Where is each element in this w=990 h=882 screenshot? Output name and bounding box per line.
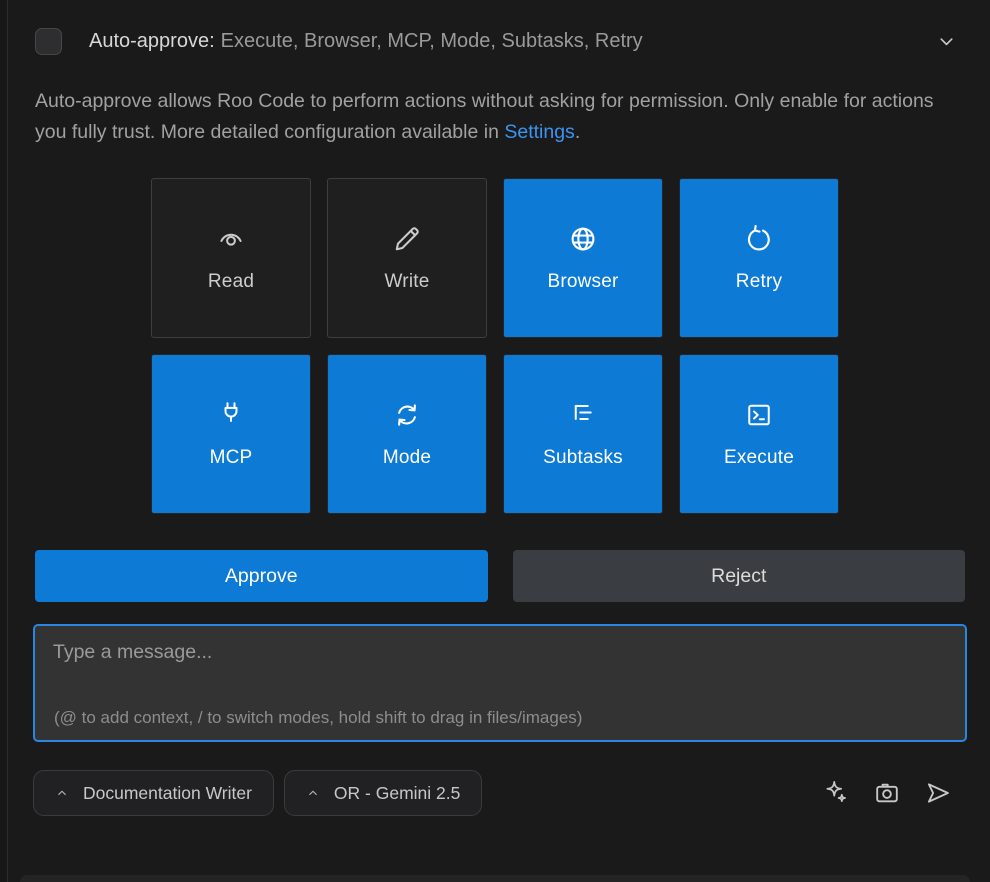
mode-selector-pill[interactable]: Documentation Writer: [33, 770, 274, 816]
sparkle-icon: [822, 779, 850, 807]
toggle-browser[interactable]: Browser: [503, 178, 663, 338]
chevron-up-icon: [306, 786, 320, 800]
settings-link[interactable]: Settings: [504, 121, 574, 143]
message-input[interactable]: [35, 626, 965, 740]
toggle-mcp[interactable]: MCP: [151, 354, 311, 514]
approve-button[interactable]: Approve: [35, 550, 488, 602]
toggle-label: Subtasks: [543, 447, 623, 469]
panel-left-edge: [0, 0, 8, 882]
auto-approve-title-label: Auto-approve:: [89, 30, 215, 52]
plug-icon: [216, 400, 246, 430]
camera-icon: [873, 779, 901, 807]
reject-button[interactable]: Reject: [513, 550, 966, 602]
sync-icon: [392, 400, 422, 430]
toggle-write[interactable]: Write: [327, 178, 487, 338]
send-button[interactable]: [924, 779, 952, 807]
screenshot-button[interactable]: [873, 779, 901, 807]
retry-icon: [744, 224, 774, 254]
chevron-down-icon: [935, 30, 958, 53]
toggle-mode[interactable]: Mode: [327, 354, 487, 514]
toggle-read[interactable]: Read: [151, 178, 311, 338]
toggle-retry[interactable]: Retry: [679, 178, 839, 338]
toggle-label: MCP: [210, 447, 253, 469]
toggle-label: Execute: [724, 447, 794, 469]
toggle-label: Retry: [736, 271, 782, 293]
chevron-up-icon: [55, 786, 69, 800]
composer-icon-buttons: [822, 779, 952, 807]
toggle-subtasks[interactable]: Subtasks: [503, 354, 663, 514]
terminal-icon: [744, 400, 774, 430]
auto-approve-checkbox[interactable]: [35, 28, 62, 55]
list-tree-icon: [568, 400, 598, 430]
toggle-label: Write: [385, 271, 430, 293]
message-composer[interactable]: (@ to add context, / to switch modes, ho…: [33, 624, 967, 742]
description-text: Auto-approve allows Roo Code to perform …: [35, 90, 934, 143]
pencil-icon: [392, 224, 422, 254]
model-selector-label: OR - Gemini 2.5: [334, 783, 460, 804]
send-icon: [924, 779, 952, 807]
toggle-label: Mode: [383, 447, 431, 469]
description-suffix: .: [575, 121, 580, 143]
auto-approve-title: Auto-approve: Execute, Browser, MCP, Mode…: [89, 30, 643, 53]
toggle-label: Read: [208, 271, 254, 293]
auto-approve-description: Auto-approve allows Roo Code to perform …: [35, 86, 942, 148]
mode-selector-label: Documentation Writer: [83, 783, 252, 804]
auto-approve-summary: Execute, Browser, MCP, Mode, Subtasks, R…: [221, 30, 643, 52]
toggle-label: Browser: [547, 271, 618, 293]
action-buttons-row: Approve Reject: [0, 514, 990, 602]
eye-icon: [216, 224, 246, 254]
enhance-prompt-button[interactable]: [822, 779, 850, 807]
toggle-execute[interactable]: Execute: [679, 354, 839, 514]
auto-approve-header: Auto-approve: Execute, Browser, MCP, Mode…: [0, 0, 990, 55]
bottom-panel-edge: [20, 875, 970, 882]
model-selector-pill[interactable]: OR - Gemini 2.5: [284, 770, 482, 816]
auto-approve-toggle-grid: Read Write Browser Retry MCP Mode Subtasks Exec…: [151, 178, 839, 514]
globe-icon: [568, 224, 598, 254]
composer-footer: Documentation Writer OR - Gemini 2.5: [33, 770, 952, 816]
collapse-section-button[interactable]: [933, 28, 960, 55]
